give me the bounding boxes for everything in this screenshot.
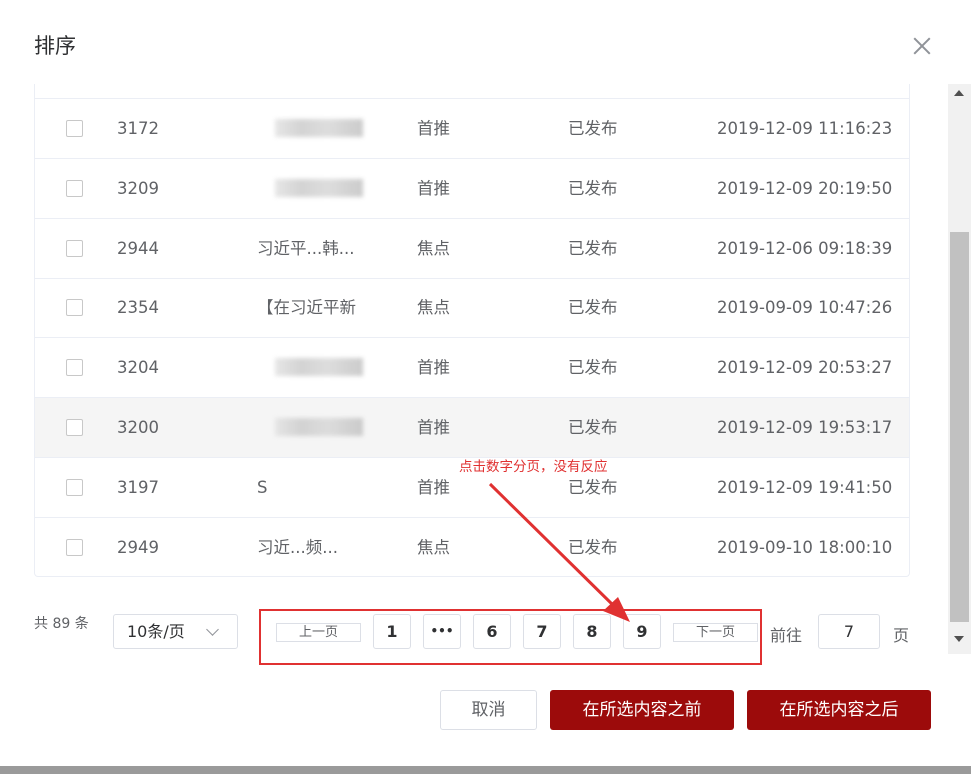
goto-prefix: 前往 bbox=[770, 626, 803, 645]
goto-suffix: 页 bbox=[893, 626, 910, 645]
backdrop-strip bbox=[0, 766, 971, 774]
sort-dialog: 排序 3172 首推 已发布 2019-12-09 11:16:23 3209 首推 已发布… bbox=[0, 0, 971, 766]
goto-page-input[interactable]: 7 bbox=[818, 614, 880, 649]
insert-before-button[interactable]: 在所选内容之前 bbox=[550, 690, 734, 730]
insert-after-button[interactable]: 在所选内容之后 bbox=[747, 690, 931, 730]
cancel-button[interactable]: 取消 bbox=[440, 690, 537, 730]
annotation-arrow bbox=[488, 482, 630, 622]
